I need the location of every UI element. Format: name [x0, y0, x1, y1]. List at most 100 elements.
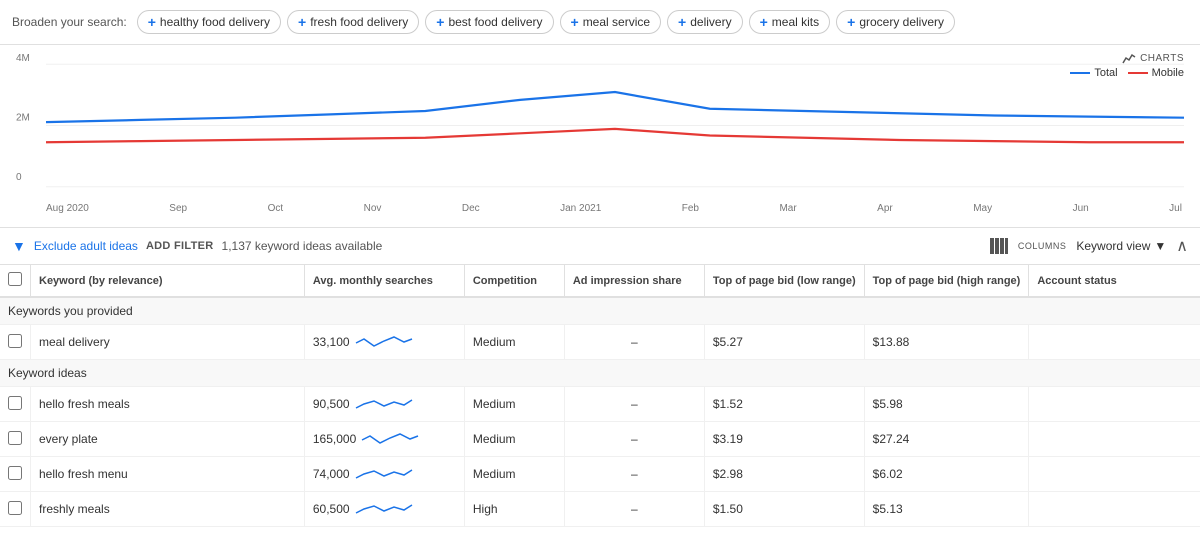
row-checkbox[interactable] — [8, 334, 22, 348]
header-bid-high[interactable]: Top of page bid (high range) — [864, 265, 1029, 297]
ad-impression-cell: – — [564, 422, 704, 457]
x-axis-labels: Aug 2020 Sep Oct Nov Dec Jan 2021 Feb Ma… — [16, 203, 1184, 214]
bid-low-cell: $3.19 — [704, 422, 864, 457]
collapse-button[interactable]: ∧ — [1176, 236, 1188, 256]
keyword-cell: every plate — [31, 422, 305, 457]
header-bid-low[interactable]: Top of page bid (low range) — [704, 265, 864, 297]
account-cell — [1029, 422, 1200, 457]
ad-impression-cell: – — [564, 325, 704, 360]
sparkline — [354, 463, 414, 485]
competition-cell: Medium — [464, 457, 564, 492]
bid-high-cell: $13.88 — [864, 325, 1029, 360]
competition-cell: Medium — [464, 387, 564, 422]
monthly-cell: 60,500 — [304, 492, 464, 527]
filter-bar: ▼ Exclude adult ideas ADD FILTER 1,137 k… — [0, 228, 1200, 265]
bid-low-cell: $1.52 — [704, 387, 864, 422]
header-monthly[interactable]: Avg. monthly searches — [304, 265, 464, 297]
section-ideas-header: Keyword ideas — [0, 360, 1200, 387]
competition-cell: Medium — [464, 325, 564, 360]
broaden-chip[interactable]: +fresh food delivery — [287, 10, 419, 34]
bid-low-cell: $5.27 — [704, 325, 864, 360]
header-competition[interactable]: Competition — [464, 265, 564, 297]
row-checkbox-cell — [0, 325, 31, 360]
header-ad-impression[interactable]: Ad impression share — [564, 265, 704, 297]
sparkline — [354, 331, 414, 353]
row-checkbox[interactable] — [8, 431, 22, 445]
broaden-label: Broaden your search: — [12, 15, 127, 29]
broaden-chip[interactable]: +meal kits — [749, 10, 831, 34]
competition-cell: Medium — [464, 422, 564, 457]
broaden-chip[interactable]: +healthy food delivery — [137, 10, 281, 34]
keyword-count: 1,137 keyword ideas available — [222, 239, 383, 253]
keyword-cell: meal delivery — [31, 325, 305, 360]
chip-plus-icon: + — [571, 14, 579, 30]
table-header-row: Keyword (by relevance) Avg. monthly sear… — [0, 265, 1200, 297]
chip-plus-icon: + — [298, 14, 306, 30]
chip-plus-icon: + — [148, 14, 156, 30]
filter-right-controls: COLUMNS Keyword view ▼ ∧ — [990, 236, 1188, 256]
monthly-cell-content: 165,000 — [313, 428, 420, 450]
monthly-cell: 165,000 — [304, 422, 464, 457]
bid-high-cell: $27.24 — [864, 422, 1029, 457]
chart-area: CHARTS Total Mobile 4M 2M 0 — [0, 45, 1200, 228]
ad-impression-cell: – — [564, 492, 704, 527]
y-label-4m: 4M — [16, 53, 30, 64]
table-row: hello fresh meals 90,500 Medium – $1.52 … — [0, 387, 1200, 422]
columns-icon — [990, 238, 1008, 254]
columns-button[interactable] — [990, 238, 1008, 254]
monthly-cell: 90,500 — [304, 387, 464, 422]
table-row: hello fresh menu 74,000 Medium – $2.98 $… — [0, 457, 1200, 492]
bid-low-cell: $1.50 — [704, 492, 864, 527]
sparkline — [354, 498, 414, 520]
keyword-cell: hello fresh menu — [31, 457, 305, 492]
sparkline — [354, 393, 414, 415]
bid-high-cell: $5.98 — [864, 387, 1029, 422]
filter-icon[interactable]: ▼ — [12, 238, 26, 254]
y-label-2m: 2M — [16, 113, 30, 124]
exclude-adult-link[interactable]: Exclude adult ideas — [34, 239, 138, 253]
table-row: meal delivery 33,100 Medium – $5.27 $13.… — [0, 325, 1200, 360]
keyword-cell: freshly meals — [31, 492, 305, 527]
chip-plus-icon: + — [436, 14, 444, 30]
row-checkbox[interactable] — [8, 396, 22, 410]
broaden-chip[interactable]: +grocery delivery — [836, 10, 955, 34]
broaden-chip[interactable]: +delivery — [667, 10, 743, 34]
y-label-0: 0 — [16, 172, 22, 183]
bid-high-cell: $6.02 — [864, 457, 1029, 492]
broaden-chip[interactable]: +best food delivery — [425, 10, 553, 34]
bid-low-cell: $2.98 — [704, 457, 864, 492]
account-cell — [1029, 325, 1200, 360]
monthly-cell-content: 74,000 — [313, 463, 414, 485]
broaden-chip[interactable]: +meal service — [560, 10, 662, 34]
add-filter-button[interactable]: ADD FILTER — [146, 240, 214, 252]
row-checkbox[interactable] — [8, 501, 22, 515]
monthly-cell: 33,100 — [304, 325, 464, 360]
select-all-checkbox[interactable] — [8, 272, 22, 286]
header-account[interactable]: Account status — [1029, 265, 1200, 297]
monthly-cell: 74,000 — [304, 457, 464, 492]
account-cell — [1029, 492, 1200, 527]
keyword-cell: hello fresh meals — [31, 387, 305, 422]
columns-label: COLUMNS — [1018, 241, 1067, 251]
section-provided-header: Keywords you provided — [0, 297, 1200, 325]
chip-plus-icon: + — [847, 14, 855, 30]
competition-cell: High — [464, 492, 564, 527]
account-cell — [1029, 457, 1200, 492]
monthly-cell-content: 60,500 — [313, 498, 414, 520]
header-keyword[interactable]: Keyword (by relevance) — [31, 265, 305, 297]
broaden-search-bar: Broaden your search: +healthy food deliv… — [0, 0, 1200, 45]
monthly-cell-content: 90,500 — [313, 393, 414, 415]
row-checkbox-cell — [0, 492, 31, 527]
ad-impression-cell: – — [564, 457, 704, 492]
monthly-cell-content: 33,100 — [313, 331, 414, 353]
row-checkbox-cell — [0, 422, 31, 457]
ad-impression-cell: – — [564, 387, 704, 422]
header-checkbox-cell — [0, 265, 31, 297]
row-checkbox[interactable] — [8, 466, 22, 480]
table-row: every plate 165,000 Medium – $3.19 $27.2… — [0, 422, 1200, 457]
keyword-view-button[interactable]: Keyword view ▼ — [1076, 239, 1166, 253]
row-checkbox-cell — [0, 457, 31, 492]
account-cell — [1029, 387, 1200, 422]
chart-svg — [46, 53, 1184, 198]
sparkline — [360, 428, 420, 450]
